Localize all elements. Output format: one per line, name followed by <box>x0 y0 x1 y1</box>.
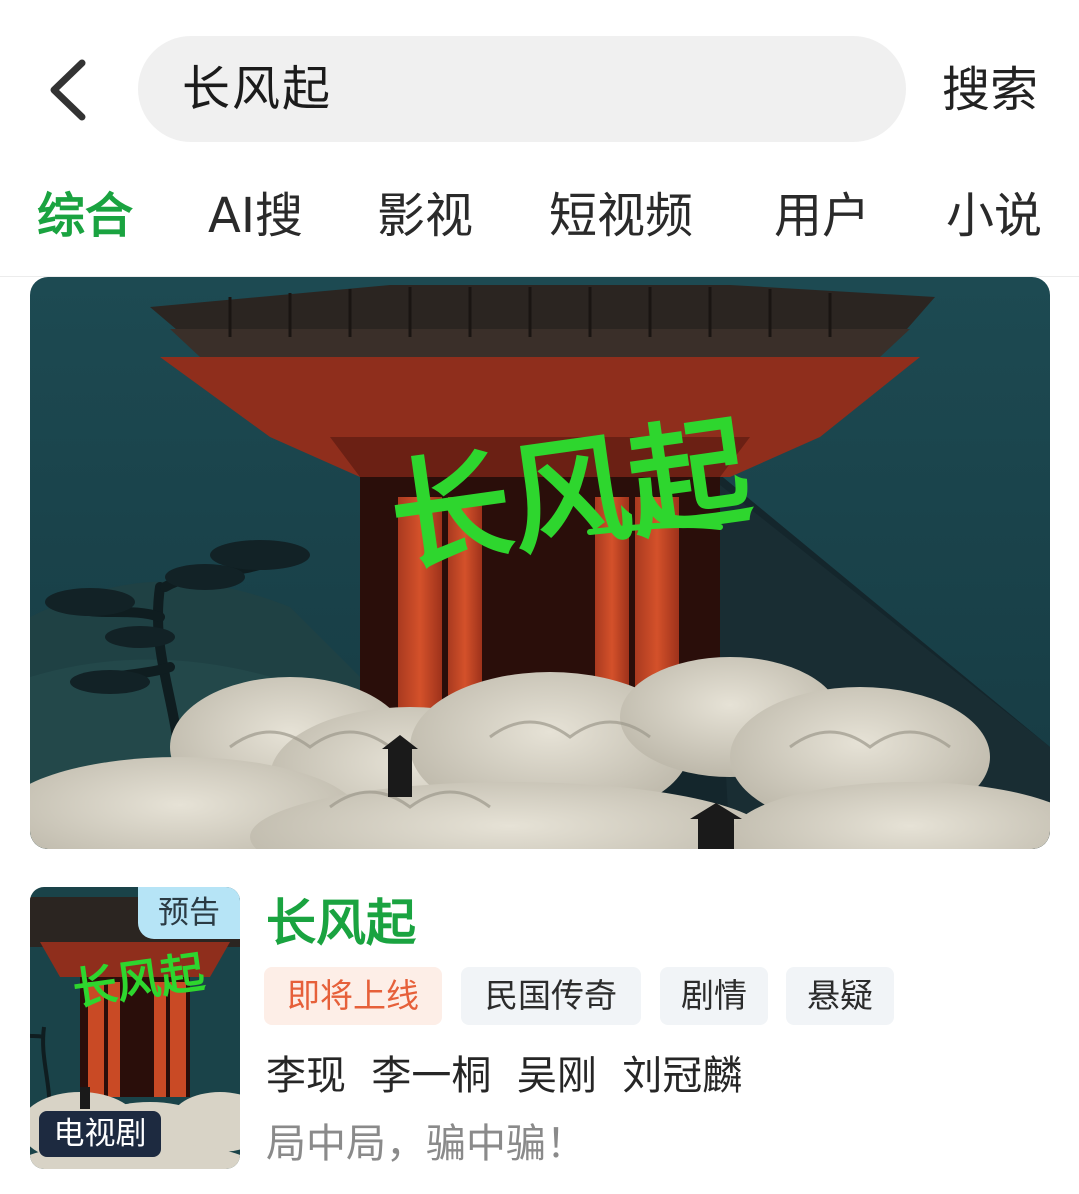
category-tabs: 综合 AI搜 影视 短视频 用户 小说 <box>0 160 1079 277</box>
search-input[interactable]: 长风起 <box>138 36 906 142</box>
tab-novels[interactable]: 小说 <box>946 187 1042 245</box>
tag-status[interactable]: 即将上线 <box>264 967 442 1025</box>
tag-genre-drama[interactable]: 剧情 <box>660 967 768 1025</box>
preview-badge: 预告 <box>138 887 240 939</box>
banner-artwork: 长风起 <box>30 277 1050 849</box>
tag-genre-mystery[interactable]: 悬疑 <box>786 967 894 1025</box>
tagline: 局中局，骗中骗！ <box>266 1121 586 1167</box>
result-card: 长风起 预告 电视剧 长风起 即将上线 民国传奇 剧情 悬疑 李现 李一桐 吴刚… <box>30 887 1050 1172</box>
tab-users[interactable]: 用户 <box>774 187 870 245</box>
chevron-left-icon <box>50 59 86 121</box>
top-bar: 长风起 搜索 <box>0 0 1079 160</box>
result-title[interactable]: 长风起 <box>266 895 416 951</box>
tab-film-tv[interactable]: 影视 <box>377 187 473 245</box>
search-button[interactable]: 搜索 <box>942 61 1038 119</box>
search-query-text: 长风起 <box>182 61 333 117</box>
back-button[interactable] <box>40 55 100 125</box>
cast-list: 李现 李一桐 吴刚 刘冠麟 <box>266 1053 743 1099</box>
hero-banner[interactable]: 长风起 <box>30 277 1050 849</box>
tab-ai-search[interactable]: AI搜 <box>208 187 303 245</box>
tab-comprehensive[interactable]: 综合 <box>37 187 133 245</box>
poster-thumbnail[interactable]: 长风起 预告 电视剧 <box>30 887 240 1169</box>
tab-short-video[interactable]: 短视频 <box>549 187 693 245</box>
type-badge: 电视剧 <box>39 1111 161 1157</box>
tag-genre-republic-legend[interactable]: 民国传奇 <box>461 967 641 1025</box>
